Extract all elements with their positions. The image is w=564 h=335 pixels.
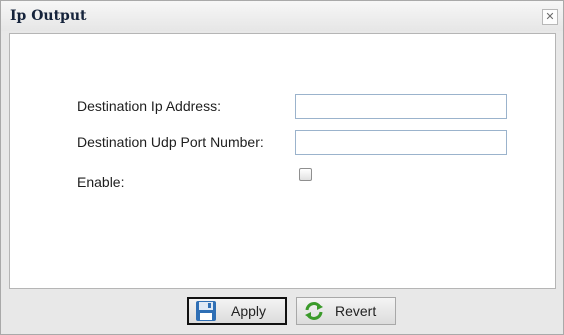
refresh-arrows-icon (303, 300, 325, 322)
dest-ip-label: Destination Ip Address: (77, 98, 221, 114)
ip-output-dialog: Ip Output ✕ Destination Ip Address: Dest… (0, 0, 564, 335)
dest-port-input[interactable] (295, 130, 507, 155)
close-icon[interactable]: ✕ (542, 9, 558, 25)
dialog-titlebar[interactable]: Ip Output ✕ (1, 1, 563, 31)
dialog-title: Ip Output (10, 8, 87, 24)
dest-port-label: Destination Udp Port Number: (77, 134, 264, 150)
revert-button[interactable]: Revert (296, 297, 396, 325)
apply-button[interactable]: Apply (187, 297, 287, 325)
dest-ip-input[interactable] (295, 94, 507, 119)
enable-checkbox[interactable] (299, 168, 312, 181)
floppy-disk-icon (195, 300, 217, 322)
apply-button-label: Apply (231, 303, 267, 319)
dialog-content: Destination Ip Address: Destination Udp … (9, 33, 556, 289)
revert-button-label: Revert (335, 303, 377, 319)
enable-label: Enable: (77, 174, 125, 190)
